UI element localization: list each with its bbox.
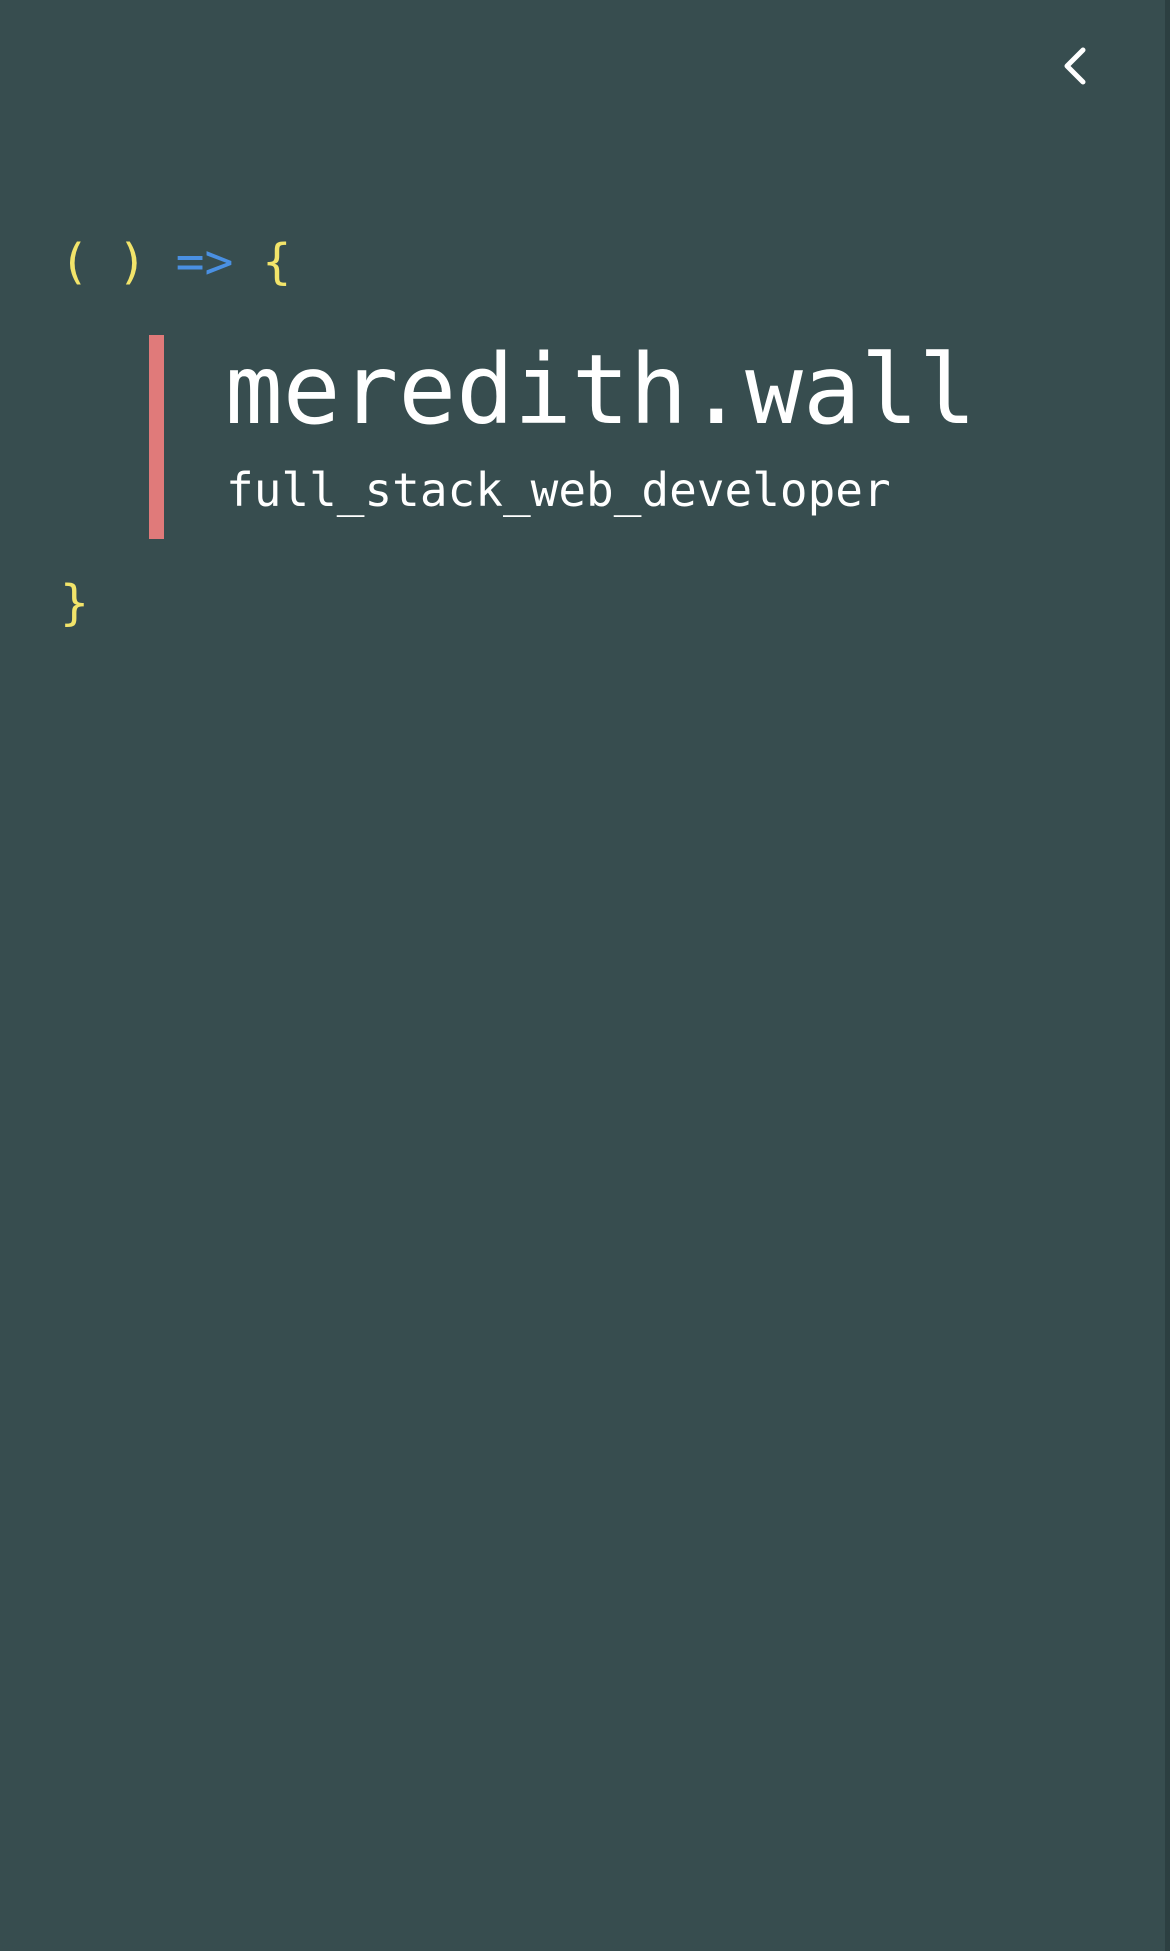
- opening-brace: {: [262, 234, 292, 290]
- accent-bar: [149, 335, 164, 539]
- scrollbar-edge: [1165, 0, 1170, 1951]
- arrow-operator: =>: [175, 234, 234, 290]
- closing-brace: }: [60, 575, 89, 631]
- parentheses: ( ): [60, 234, 147, 290]
- code-opening-line: ( ) => {: [60, 232, 291, 292]
- page: ( ) => { meredith.wall full_stack_web_de…: [0, 0, 1170, 1951]
- back-button[interactable]: [1053, 44, 1097, 88]
- profile-name: meredith.wall: [225, 334, 977, 446]
- profile-role: full_stack_web_developer: [226, 463, 891, 517]
- chevron-left-icon: [1061, 46, 1089, 86]
